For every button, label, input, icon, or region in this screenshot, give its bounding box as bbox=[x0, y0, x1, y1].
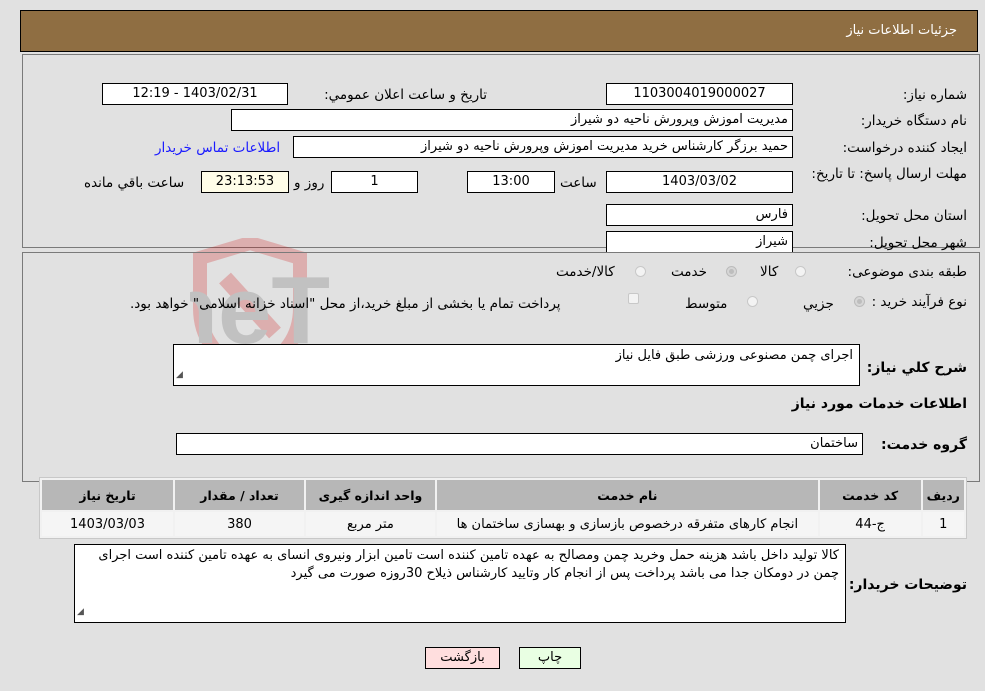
page-title: جزئيات اطلاعات نياز bbox=[846, 23, 957, 38]
creator-field: حميد برزگر كارشناس خريد مديريت اموزش وپر… bbox=[293, 136, 793, 158]
province-label: استان محل تحويل: bbox=[861, 208, 967, 224]
city-label: شهر محل تحويل: bbox=[869, 235, 967, 251]
col-quantity: تعداد / مقدار bbox=[175, 480, 304, 510]
col-row-number: رديف bbox=[922, 480, 964, 510]
resize-grip-icon[interactable]: ◢ bbox=[77, 603, 84, 621]
back-button[interactable]: بازگشت bbox=[425, 647, 500, 669]
announce-label: تاريخ و ساعت اعلان عمومي: bbox=[324, 87, 487, 103]
col-need-date: تاريخ نياز bbox=[42, 480, 174, 510]
col-service-code: كد خدمت bbox=[819, 480, 921, 510]
cell-quantity: 380 bbox=[175, 512, 304, 536]
city-field: شيراز bbox=[606, 231, 793, 253]
page-header: جزئيات اطلاعات نياز bbox=[20, 10, 978, 52]
cell-service-name: انجام كارهای متفرقه درخصوص بازسازی و بهس… bbox=[436, 512, 818, 536]
announce-datetime-field: 1403/02/31 - 12:19 bbox=[102, 83, 288, 105]
province-field: فارس bbox=[606, 204, 793, 226]
services-heading: اطلاعات خدمات مورد نياز bbox=[791, 396, 967, 412]
deadline-time-field: 13:00 bbox=[467, 171, 555, 193]
remaining-time-label: ساعت باقي مانده bbox=[84, 175, 185, 191]
buyer-notes-text: کالا تولید داخل باشد هزینه حمل وخرید چمن… bbox=[98, 548, 839, 581]
table-row: 1 ج-44 انجام كارهای متفرقه درخصوص بازساز… bbox=[42, 512, 964, 536]
deadline-time-label: ساعت bbox=[560, 175, 597, 191]
col-service-name: نام خدمت bbox=[436, 480, 818, 510]
days-remaining-field: 1 bbox=[331, 171, 418, 193]
service-group-field: ساختمان bbox=[176, 433, 863, 455]
buyer-org-label: نام دستگاه خريدار: bbox=[860, 113, 967, 129]
deadline-date-field: 1403/03/02 bbox=[606, 171, 793, 193]
cell-need-date: 1403/03/03 bbox=[42, 512, 174, 536]
cell-row-number: 1 bbox=[922, 512, 964, 536]
deadline-label: مهلت ارسال پاسخ: تا تاريخ: bbox=[811, 166, 967, 182]
buyer-contact-link[interactable]: اطلاعات تماس خريدار bbox=[155, 140, 280, 156]
print-button[interactable]: چاپ bbox=[519, 647, 581, 669]
need-number-field: 1103004019000027 bbox=[606, 83, 793, 105]
col-unit: واحد اندازه گيری bbox=[305, 480, 435, 510]
service-group-label: گروه خدمت: bbox=[881, 437, 967, 453]
buyer-org-field: مديريت اموزش وپرورش ناحيه دو شيراز bbox=[231, 109, 793, 131]
summary-text: اجرای چمن مصنوعی ورزشی طبق فایل نیاز bbox=[615, 348, 853, 363]
buyer-notes-textarea[interactable]: کالا تولید داخل باشد هزینه حمل وخرید چمن… bbox=[74, 544, 846, 623]
need-number-label: شماره نياز: bbox=[902, 87, 967, 103]
table-header-row: رديف كد خدمت نام خدمت واحد اندازه گيری ت… bbox=[42, 480, 964, 510]
days-label: روز و bbox=[294, 175, 325, 191]
resize-grip-icon[interactable]: ◢ bbox=[176, 366, 183, 384]
summary-label: شرح كلي نياز: bbox=[866, 360, 967, 376]
creator-label: ايجاد كننده درخواست: bbox=[842, 140, 967, 156]
remaining-time-field: 23:13:53 bbox=[201, 171, 289, 193]
services-table: رديف كد خدمت نام خدمت واحد اندازه گيری ت… bbox=[39, 477, 967, 539]
cell-service-code: ج-44 bbox=[819, 512, 921, 536]
summary-textarea[interactable]: اجرای چمن مصنوعی ورزشی طبق فایل نیاز ◢ bbox=[173, 344, 860, 386]
cell-unit: متر مربع bbox=[305, 512, 435, 536]
buyer-notes-label: توضيحات خريدار: bbox=[848, 577, 967, 593]
